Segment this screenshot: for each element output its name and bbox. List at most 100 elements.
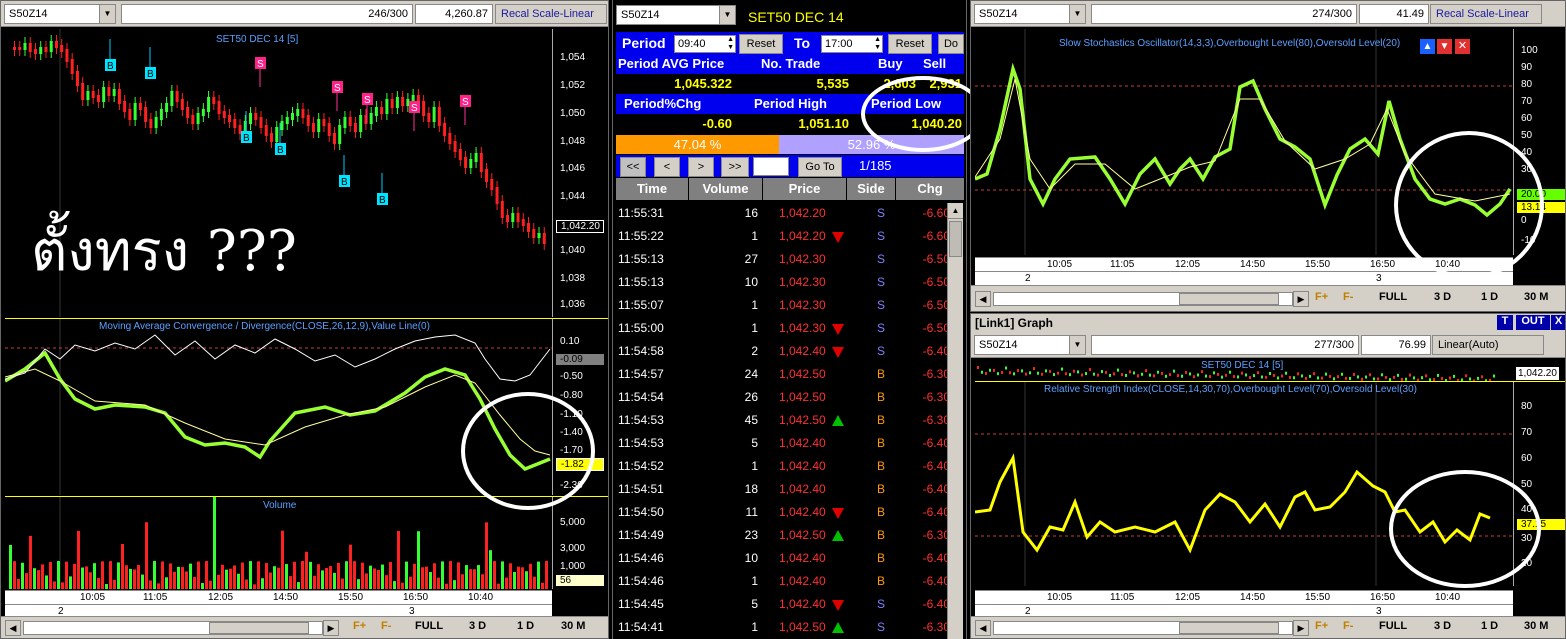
mini-candle	[1197, 373, 1199, 377]
symbol-select[interactable]: S50Z14 ▼	[616, 5, 736, 25]
mini-candle	[1029, 371, 1031, 375]
zoom-in-button[interactable]: F+	[1315, 291, 1328, 303]
3d-button[interactable]: 3 D	[1434, 291, 1451, 303]
page-number-input[interactable]	[753, 157, 789, 176]
period-to-input[interactable]: 17:00 ▲ ▼	[821, 35, 883, 53]
scroll-left-icon[interactable]: ◀	[975, 291, 991, 307]
window-titlebar[interactable]: [Link1] Graph T OUT X	[971, 314, 1565, 332]
candle-body	[427, 113, 431, 122]
chevron-down-icon[interactable]: ▼	[99, 5, 115, 23]
full-button[interactable]: FULL	[1379, 620, 1407, 632]
prev-page-button[interactable]: <	[654, 157, 680, 177]
mini-candle	[1425, 374, 1427, 378]
col-header-time[interactable]: Time	[616, 178, 688, 200]
out-button[interactable]: OUT	[1516, 315, 1550, 330]
1d-button[interactable]: 1 D	[1481, 620, 1498, 632]
mini-candle	[1213, 371, 1215, 375]
volume-bar	[201, 583, 204, 589]
table-row[interactable]: 11:54:46 10 1,042.40 B -6.40	[616, 547, 956, 570]
table-row[interactable]: 11:54:49 23 1,042.50 B -6.30	[616, 524, 956, 547]
cell-price: 1,042.20	[779, 229, 826, 243]
table-row[interactable]: 11:54:45 5 1,042.40 S -6.40	[616, 593, 956, 616]
table-row[interactable]: 11:55:13 10 1,042.30 S -6.50	[616, 271, 956, 294]
mini-candle	[1189, 372, 1191, 376]
reset-to-button[interactable]: Reset	[888, 34, 932, 54]
horizontal-scrollbar[interactable]	[993, 621, 1293, 635]
1d-button[interactable]: 1 D	[517, 620, 534, 632]
symbol-select[interactable]: S50Z14 ▼	[4, 4, 116, 24]
table-row[interactable]: 11:54:50 11 1,042.40 B -6.40	[616, 501, 956, 524]
zoom-out-button[interactable]: F-	[381, 620, 391, 632]
30m-button[interactable]: 30 M	[1524, 620, 1548, 632]
3d-button[interactable]: 3 D	[1434, 620, 1451, 632]
scroll-right-icon[interactable]: ▶	[1293, 291, 1309, 307]
table-row[interactable]: 11:54:53 5 1,042.40 B -6.40	[616, 432, 956, 455]
table-row[interactable]: 11:54:57 24 1,042.50 B -6.30	[616, 363, 956, 386]
x-tick: 12:05	[1175, 592, 1201, 603]
recal-scale-button[interactable]: Recal Scale-Linear	[495, 4, 607, 24]
zoom-out-button[interactable]: F-	[1343, 291, 1353, 303]
close-icon[interactable]: ✕	[1455, 39, 1470, 54]
arrow-up-icon[interactable]: ▲	[1420, 39, 1435, 54]
recal-scale-button[interactable]: Recal Scale-Linear	[1430, 4, 1542, 24]
t-button[interactable]: T	[1497, 315, 1513, 330]
table-row[interactable]: 11:54:41 1 1,042.50 S -6.30	[616, 616, 956, 639]
volume-bar	[169, 563, 172, 589]
full-button[interactable]: FULL	[415, 620, 443, 632]
table-row[interactable]: 11:54:53 45 1,042.50 B -6.30	[616, 409, 956, 432]
arrow-down-icon[interactable]: ▼	[1437, 39, 1452, 54]
table-row[interactable]: 11:55:00 1 1,042.30 S -6.50	[616, 317, 956, 340]
zoom-in-button[interactable]: F+	[353, 620, 366, 632]
horizontal-scrollbar[interactable]	[23, 621, 323, 635]
do-button[interactable]: Do	[938, 34, 964, 54]
3d-button[interactable]: 3 D	[469, 620, 486, 632]
symbol-select[interactable]: S50Z14 ▼	[974, 4, 1086, 24]
period-from-input[interactable]: 09:40 ▲ ▼	[674, 35, 736, 53]
zoom-out-button[interactable]: F-	[1343, 620, 1353, 632]
candle-body	[474, 153, 478, 162]
value-readout: 76.99	[1361, 335, 1431, 355]
col-header-chg[interactable]: Chg	[896, 178, 964, 200]
candle-body	[343, 117, 347, 128]
col-header-volume[interactable]: Volume	[689, 178, 762, 200]
chevron-down-icon[interactable]: ▼	[719, 6, 735, 24]
table-row[interactable]: 11:55:07 1 1,042.30 S -6.50	[616, 294, 956, 317]
buy-percent-bar: 47.04 %	[616, 135, 779, 154]
table-row[interactable]: 11:55:13 27 1,042.30 S -6.50	[616, 248, 956, 271]
30m-button[interactable]: 30 M	[561, 620, 585, 632]
30m-button[interactable]: 30 M	[1524, 291, 1548, 303]
candle-body	[479, 153, 483, 172]
table-row[interactable]: 11:54:52 1 1,042.40 B -6.40	[616, 455, 956, 478]
close-window-button[interactable]: X	[1551, 315, 1565, 330]
table-row[interactable]: 11:55:22 1 1,042.20 S -6.60	[616, 225, 956, 248]
linear-auto-button[interactable]: Linear(Auto)	[1432, 335, 1544, 355]
first-page-button[interactable]: <<	[620, 157, 646, 177]
scroll-up-icon[interactable]: ▲	[948, 203, 963, 219]
go-to-button[interactable]: Go To	[798, 157, 842, 177]
table-row[interactable]: 11:54:58 2 1,042.40 S -6.40	[616, 340, 956, 363]
full-button[interactable]: FULL	[1379, 291, 1407, 303]
scroll-left-icon[interactable]: ◀	[5, 620, 21, 636]
symbol-select[interactable]: S50Z14 ▼	[974, 335, 1086, 355]
cell-chg: -6.40	[922, 344, 950, 358]
scroll-left-icon[interactable]: ◀	[975, 620, 991, 636]
scroll-right-icon[interactable]: ▶	[1293, 620, 1309, 636]
mini-candle	[1101, 370, 1103, 374]
last-page-button[interactable]: >>	[721, 157, 749, 177]
col-header-price[interactable]: Price	[763, 178, 846, 200]
chevron-down-icon[interactable]: ▼	[1069, 336, 1085, 354]
horizontal-scrollbar[interactable]	[993, 292, 1293, 306]
chevron-down-icon[interactable]: ▼	[1069, 5, 1085, 23]
scroll-right-icon[interactable]: ▶	[323, 620, 339, 636]
highlight-circle	[461, 392, 595, 510]
table-row[interactable]: 11:54:54 26 1,042.50 B -6.30	[616, 386, 956, 409]
table-row[interactable]: 11:54:46 1 1,042.40 B -6.40	[616, 570, 956, 593]
next-page-button[interactable]: >	[688, 157, 714, 177]
trade-table-scrollbar[interactable]: ▲	[947, 203, 963, 639]
reset-from-button[interactable]: Reset	[739, 34, 783, 54]
zoom-in-button[interactable]: F+	[1315, 620, 1328, 632]
1d-button[interactable]: 1 D	[1481, 291, 1498, 303]
table-row[interactable]: 11:54:51 18 1,042.40 B -6.40	[616, 478, 956, 501]
col-header-side[interactable]: Side	[847, 178, 895, 200]
table-row[interactable]: 11:55:31 16 1,042.20 S -6.60	[616, 202, 956, 225]
